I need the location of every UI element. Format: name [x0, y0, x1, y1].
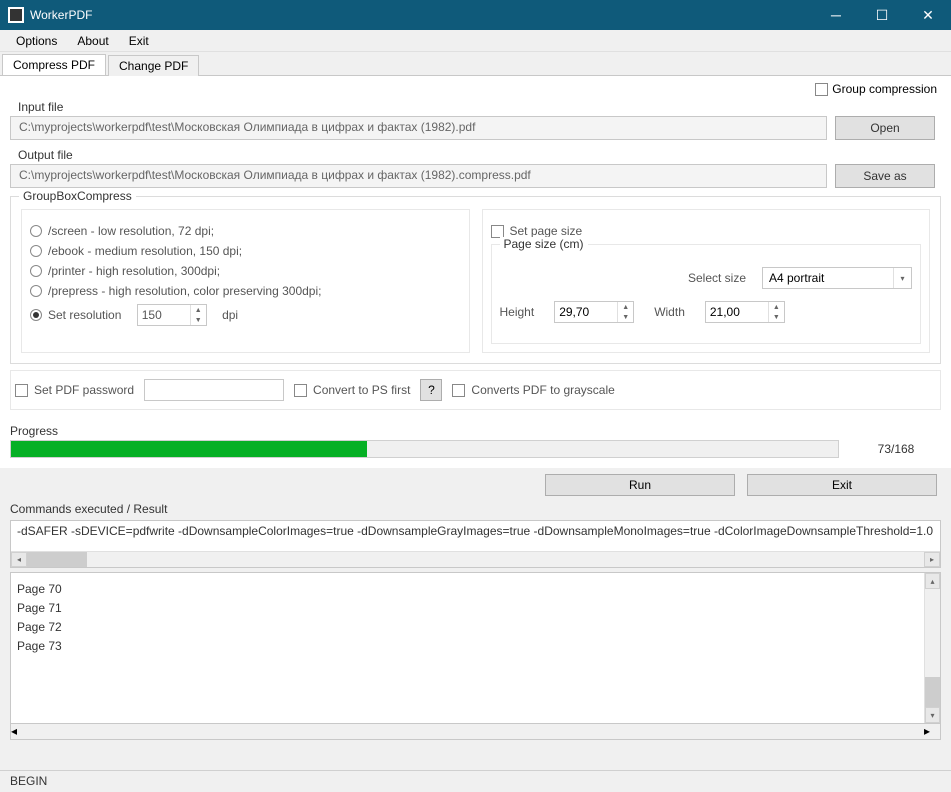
convert-ps-checkbox[interactable]: Convert to PS first [294, 383, 410, 397]
grayscale-checkbox[interactable]: Converts PDF to grayscale [452, 383, 614, 397]
radio-icon [30, 245, 42, 257]
chevron-left-icon[interactable]: ◂ [11, 724, 27, 739]
progress-fill [11, 441, 367, 457]
commands-label: Commands executed / Result [0, 500, 951, 518]
preset-ebook[interactable]: /ebook - medium resolution, 150 dpi; [30, 244, 461, 258]
radio-icon [30, 265, 42, 277]
log-horizontal-scrollbar[interactable]: ◂ ▸ [10, 724, 941, 740]
chevron-down-icon[interactable]: ▼ [618, 312, 633, 322]
set-pdf-password-checkbox[interactable]: Set PDF password [15, 383, 134, 397]
checkbox-icon [294, 384, 307, 397]
preset-printer[interactable]: /printer - high resolution, 300dpi; [30, 264, 461, 278]
chevron-down-icon[interactable]: ▼ [191, 315, 206, 325]
radio-icon [30, 285, 42, 297]
output-file-field[interactable]: C:\myprojects\workerpdf\test\Московская … [10, 164, 827, 188]
preset-screen[interactable]: /screen - low resolution, 72 dpi; [30, 224, 461, 238]
group-compression-label: Group compression [832, 82, 937, 96]
maximize-button[interactable]: ☐ [859, 0, 905, 30]
chevron-right-icon[interactable]: ▸ [924, 724, 940, 739]
width-label: Width [654, 305, 685, 319]
preset-custom-resolution[interactable]: Set resolution 150 ▲▼ dpi [30, 304, 461, 326]
menu-bar: Options About Exit [0, 30, 951, 52]
page-size-legend: Page size (cm) [500, 237, 588, 251]
radio-icon [30, 309, 42, 321]
save-as-button[interactable]: Save as [835, 164, 935, 188]
dpi-unit: dpi [222, 308, 238, 322]
tab-compress-pdf[interactable]: Compress PDF [2, 54, 106, 75]
radio-icon [30, 225, 42, 237]
vertical-scrollbar[interactable]: ▴ ▾ [924, 573, 940, 723]
open-button[interactable]: Open [835, 116, 935, 140]
menu-about[interactable]: About [67, 32, 118, 50]
set-page-size-checkbox[interactable]: Set page size [491, 224, 922, 238]
set-resolution-label: Set resolution [48, 308, 121, 322]
progress-text: 73/168 [851, 442, 941, 456]
menu-options[interactable]: Options [6, 32, 67, 50]
height-spinner[interactable]: 29,70 ▲▼ [554, 301, 634, 323]
log-line: Page 71 [17, 601, 918, 615]
chevron-up-icon[interactable]: ▲ [769, 302, 784, 312]
preset-prepress[interactable]: /prepress - high resolution, color prese… [30, 284, 461, 298]
tab-strip: Compress PDF Change PDF [0, 52, 951, 76]
chevron-left-icon[interactable]: ◂ [11, 552, 27, 567]
exit-button[interactable]: Exit [747, 474, 937, 496]
page-size-panel: Set page size Page size (cm) Select size… [482, 209, 931, 353]
chevron-down-icon: ▾ [893, 268, 911, 288]
input-file-label: Input file [18, 100, 941, 114]
commands-textbox[interactable]: -dSAFER -sDEVICE=pdfwrite -dDownsampleCo… [10, 520, 941, 568]
height-label: Height [500, 305, 535, 319]
checkbox-icon [15, 384, 28, 397]
checkbox-icon [491, 225, 504, 238]
progress-label: Progress [10, 424, 941, 438]
log-textbox[interactable]: Page 70 Page 71 Page 72 Page 73 ▴ ▾ [10, 572, 941, 724]
dpi-spinner[interactable]: 150 ▲▼ [137, 304, 207, 326]
output-file-label: Output file [18, 148, 941, 162]
horizontal-scrollbar[interactable]: ◂ ▸ [11, 551, 940, 567]
close-button[interactable]: ✕ [905, 0, 951, 30]
compress-presets-panel: /screen - low resolution, 72 dpi; /ebook… [21, 209, 470, 353]
page-size-combo[interactable]: A4 portrait ▾ [762, 267, 912, 289]
status-bar: BEGIN [0, 770, 951, 792]
minimize-button[interactable]: ─ [813, 0, 859, 30]
run-button[interactable]: Run [545, 474, 735, 496]
chevron-up-icon[interactable]: ▴ [925, 573, 940, 589]
options-row: Set PDF password Convert to PS first ? C… [10, 370, 941, 410]
log-line: Page 73 [17, 639, 918, 653]
menu-exit[interactable]: Exit [119, 32, 159, 50]
chevron-down-icon[interactable]: ▼ [769, 312, 784, 322]
chevron-right-icon[interactable]: ▸ [924, 552, 940, 567]
groupbox-compress-legend: GroupBoxCompress [19, 189, 136, 203]
scrollbar-thumb[interactable] [925, 677, 940, 707]
scrollbar-thumb[interactable] [27, 552, 87, 567]
chevron-up-icon[interactable]: ▲ [618, 302, 633, 312]
pdf-password-input[interactable] [144, 379, 284, 401]
log-line: Page 70 [17, 582, 918, 596]
tab-change-pdf[interactable]: Change PDF [108, 55, 199, 76]
chevron-up-icon[interactable]: ▲ [191, 305, 206, 315]
log-line: Page 72 [17, 620, 918, 634]
window-title: WorkerPDF [30, 8, 813, 22]
help-button[interactable]: ? [420, 379, 442, 401]
app-icon [8, 7, 24, 23]
page-size-subgroup: Page size (cm) Select size A4 portrait ▾… [491, 244, 922, 344]
checkbox-icon [452, 384, 465, 397]
width-spinner[interactable]: 21,00 ▲▼ [705, 301, 785, 323]
chevron-down-icon[interactable]: ▾ [925, 707, 940, 723]
input-file-field[interactable]: C:\myprojects\workerpdf\test\Московская … [10, 116, 827, 140]
checkbox-icon [815, 83, 828, 96]
progress-bar [10, 440, 839, 458]
groupbox-compress: GroupBoxCompress /screen - low resolutio… [10, 196, 941, 364]
title-bar: WorkerPDF ─ ☐ ✕ [0, 0, 951, 30]
select-size-label: Select size [688, 271, 746, 285]
group-compression-checkbox[interactable]: Group compression [815, 82, 937, 96]
